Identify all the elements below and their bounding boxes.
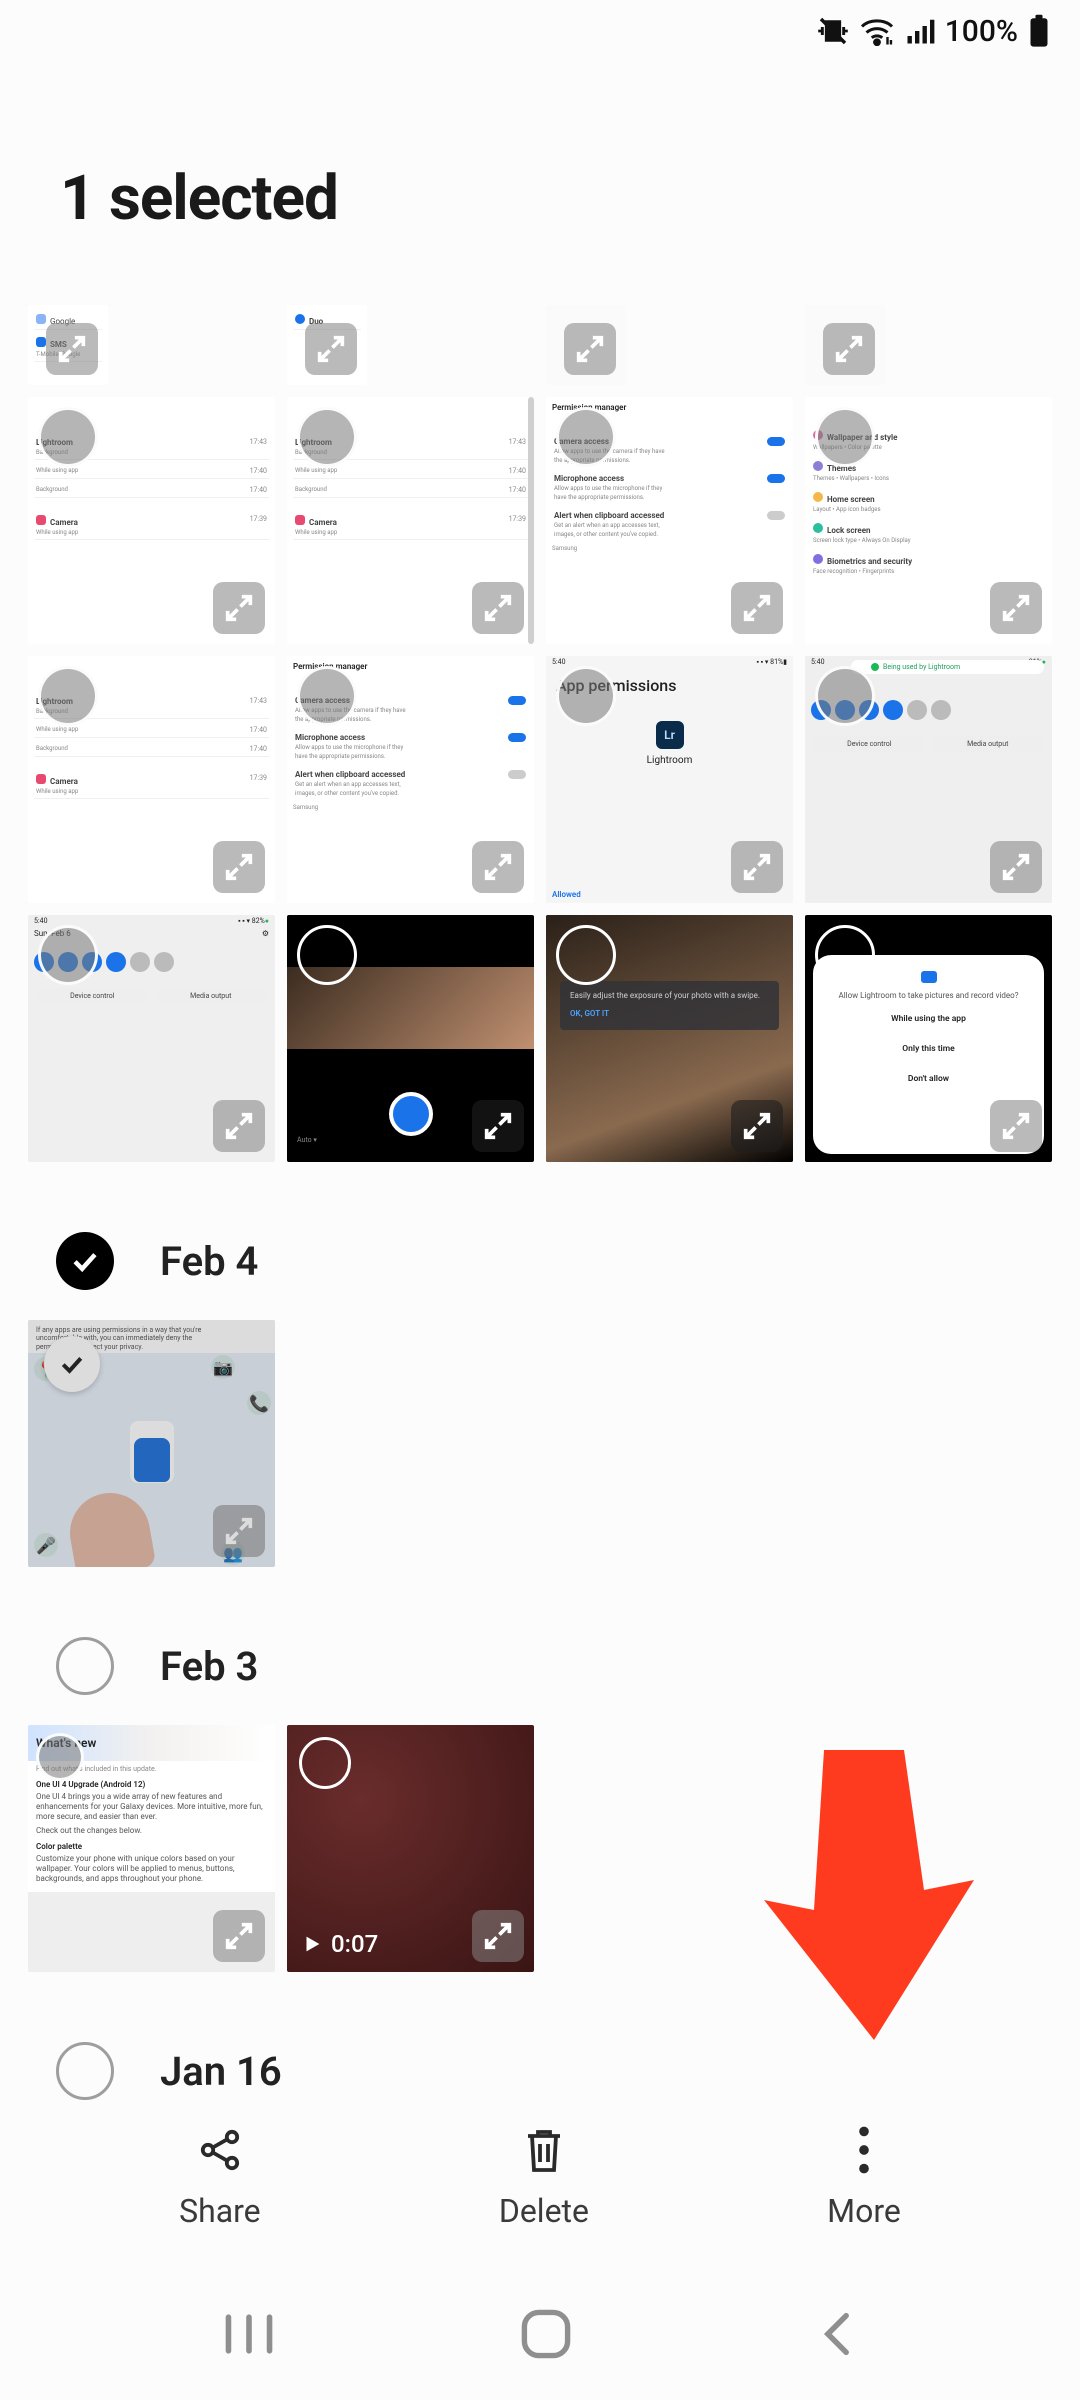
select-toggle[interactable] xyxy=(299,1737,351,1789)
thumbnail[interactable]: Auto ▾ xyxy=(287,915,534,1162)
nav-back[interactable] xyxy=(815,2310,859,2362)
more-label: More xyxy=(827,2192,901,2230)
expand-icon[interactable] xyxy=(213,582,265,634)
expand-icon[interactable] xyxy=(731,1100,783,1152)
expand-icon[interactable] xyxy=(823,323,875,375)
nav-home[interactable] xyxy=(519,2307,573,2365)
battery-icon xyxy=(1028,14,1050,48)
battery-percent: 100% xyxy=(945,14,1018,49)
select-toggle[interactable] xyxy=(815,407,875,467)
select-toggle[interactable] xyxy=(297,407,357,467)
select-toggle[interactable] xyxy=(815,925,875,985)
date-label: Feb 4 xyxy=(160,1238,258,1285)
thumbnail[interactable]: Permission manager Camera accessAllow ap… xyxy=(287,656,534,903)
select-toggle[interactable] xyxy=(556,407,616,467)
thumbnail[interactable]: Permission manager Camera accessAllow ap… xyxy=(546,397,793,644)
action-bar: Share Delete More xyxy=(0,2082,1080,2272)
thumbnail[interactable]: 5:40▪ ▪ ▾ 82%● Sun, Feb 6⚙ Device contro… xyxy=(28,915,275,1162)
thumbnail[interactable]: Duo xyxy=(287,305,367,385)
thumb-row: LightroomBackground17:43 While using app… xyxy=(0,656,1080,903)
expand-icon[interactable] xyxy=(472,1100,524,1152)
date-label: Feb 3 xyxy=(160,1643,258,1690)
expand-icon[interactable] xyxy=(213,1505,265,1557)
thumbnail[interactable] xyxy=(805,305,885,385)
thumbnail-video[interactable]: 0:07 xyxy=(287,1725,534,1972)
selected-check-icon[interactable] xyxy=(44,1336,100,1392)
date-checkbox-checked[interactable] xyxy=(56,1232,114,1290)
expand-icon[interactable] xyxy=(731,582,783,634)
expand-icon[interactable] xyxy=(472,841,524,893)
expand-icon[interactable] xyxy=(731,841,783,893)
delete-label: Delete xyxy=(499,2192,589,2230)
thumbnail[interactable] xyxy=(546,305,626,385)
more-button[interactable]: More xyxy=(827,2124,901,2230)
expand-icon[interactable] xyxy=(472,582,524,634)
wifi-icon xyxy=(859,16,895,46)
share-label: Share xyxy=(179,2192,261,2230)
nav-recents[interactable] xyxy=(221,2311,277,2361)
page-title: 1 selected xyxy=(60,162,1020,235)
thumbnail-selected[interactable]: If any apps are using permissions in a w… xyxy=(28,1320,275,1567)
select-toggle[interactable] xyxy=(38,666,98,726)
thumbnail[interactable]: Allow Lightroom to take pictures and rec… xyxy=(805,915,1052,1162)
expand-icon[interactable] xyxy=(46,323,98,375)
thumbnail[interactable]: LightroomBackground17:43 While using app… xyxy=(28,397,275,644)
expand-icon[interactable] xyxy=(564,323,616,375)
expand-icon[interactable] xyxy=(990,582,1042,634)
expand-icon[interactable] xyxy=(213,1100,265,1152)
thumbnail[interactable]: What's new Find out what's included in t… xyxy=(28,1725,275,1972)
video-duration: 0:07 xyxy=(301,1930,378,1958)
thumbnail[interactable]: Easily adjust the exposure of your photo… xyxy=(546,915,793,1162)
signal-icon xyxy=(905,16,935,46)
system-nav-bar xyxy=(0,2272,1080,2400)
expand-icon[interactable] xyxy=(305,323,357,375)
status-bar: 100% xyxy=(0,0,1080,62)
trash-icon xyxy=(520,2124,568,2176)
thumb-row-feb4: If any apps are using permissions in a w… xyxy=(0,1320,1080,1567)
thumbnail[interactable]: 5:40▪ ▪ ▾ 81%● Being used by Lightroom D… xyxy=(805,656,1052,903)
date-header-feb4[interactable]: Feb 4 xyxy=(0,1162,1080,1320)
expand-icon[interactable] xyxy=(990,841,1042,893)
more-vertical-icon xyxy=(846,2124,882,2176)
expand-icon[interactable] xyxy=(472,1910,524,1962)
share-icon xyxy=(196,2124,244,2176)
selection-header: 1 selected xyxy=(0,62,1080,305)
date-header-feb3[interactable]: Feb 3 xyxy=(0,1567,1080,1725)
select-toggle[interactable] xyxy=(36,1733,84,1781)
select-toggle[interactable] xyxy=(815,666,875,726)
thumb-row-feb3: What's new Find out what's included in t… xyxy=(0,1725,1080,1972)
thumbnail[interactable]: Google SMST-Mobile, Google xyxy=(28,305,108,385)
select-toggle[interactable] xyxy=(38,407,98,467)
vibrate-icon xyxy=(817,15,849,47)
select-toggle[interactable] xyxy=(556,925,616,985)
select-toggle[interactable] xyxy=(38,925,98,985)
thumbnail[interactable]: 5:40▪ ▪ ▾ 81%▮ App permissions Lr Lightr… xyxy=(546,656,793,903)
thumbnail[interactable]: LightroomBackground17:43 While using app… xyxy=(28,656,275,903)
expand-icon[interactable] xyxy=(213,841,265,893)
thumb-row-partial: Google SMST-Mobile, Google Duo xyxy=(0,305,1080,385)
select-toggle[interactable] xyxy=(297,925,357,985)
thumbnail[interactable]: LightroomBackground17:43 While using app… xyxy=(287,397,534,644)
thumb-row: 5:40▪ ▪ ▾ 82%● Sun, Feb 6⚙ Device contro… xyxy=(0,915,1080,1162)
thumbnail[interactable]: Wallpaper and styleWallpapers • Color pa… xyxy=(805,397,1052,644)
date-checkbox[interactable] xyxy=(56,1637,114,1695)
expand-icon[interactable] xyxy=(213,1910,265,1962)
expand-icon[interactable] xyxy=(990,1100,1042,1152)
thumb-row: LightroomBackground17:43 While using app… xyxy=(0,397,1080,644)
select-toggle[interactable] xyxy=(297,666,357,726)
share-button[interactable]: Share xyxy=(179,2124,261,2230)
delete-button[interactable]: Delete xyxy=(499,2124,589,2230)
select-toggle[interactable] xyxy=(556,666,616,726)
